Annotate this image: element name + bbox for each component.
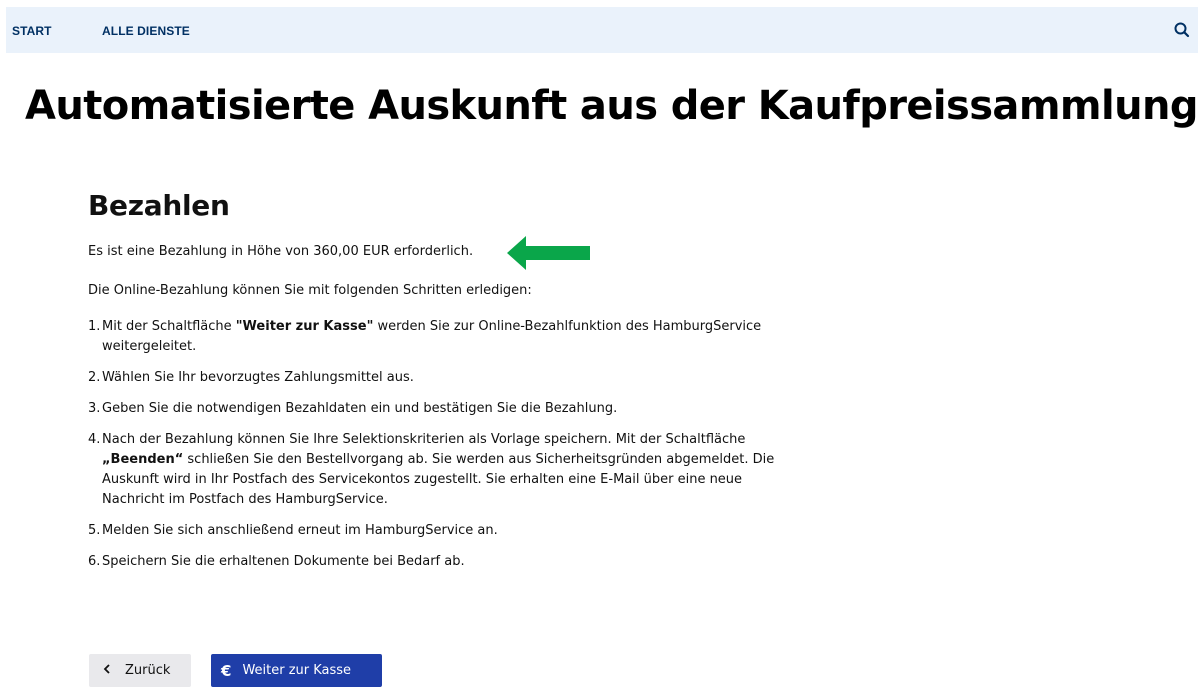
nav-all-services-link[interactable]: ALLE DIENSTE: [102, 24, 190, 38]
step-number: 5.: [88, 523, 101, 538]
step-item: 4. Nach der Bezahlung können Sie Ihre Se…: [88, 430, 808, 510]
checkout-button[interactable]: € Weiter zur Kasse: [211, 654, 382, 687]
back-button[interactable]: Zurück: [89, 654, 191, 687]
top-navigation: START ALLE DIENSTE: [6, 7, 1198, 53]
step-item: 3. Geben Sie die notwendigen Bezahldaten…: [88, 399, 808, 419]
step-number: 1.: [88, 319, 101, 334]
step-number: 6.: [88, 554, 101, 569]
payment-steps-list: 1. Mit der Schaltfläche "Weiter zur Kass…: [88, 317, 808, 583]
arrow-left-icon: [507, 236, 590, 270]
step-item: 1. Mit der Schaltfläche "Weiter zur Kass…: [88, 317, 808, 357]
step-text: Wählen Sie Ihr bevorzugtes Zahlungsmitte…: [102, 370, 414, 385]
euro-icon: €: [221, 661, 232, 680]
step-text: Speichern Sie die erhaltenen Dokumente b…: [102, 554, 465, 569]
step-highlight: „Beenden“: [102, 452, 184, 467]
page-title: Automatisierte Auskunft aus der Kaufprei…: [25, 83, 1198, 129]
step-text: Mit der Schaltfläche: [102, 319, 236, 334]
steps-intro-text: Die Online-Bezahlung können Sie mit folg…: [88, 283, 532, 298]
step-number: 3.: [88, 401, 101, 416]
step-text: schließen Sie den Bestellvorgang ab. Sie…: [102, 452, 775, 507]
step-text: Melden Sie sich anschließend erneut im H…: [102, 523, 498, 538]
step-text: Geben Sie die notwendigen Bezahldaten ei…: [102, 401, 618, 416]
step-number: 2.: [88, 370, 101, 385]
step-highlight: "Weiter zur Kasse": [235, 319, 374, 334]
chevron-left-icon: [103, 663, 111, 678]
section-heading: Bezahlen: [88, 189, 230, 222]
payment-amount-text: Es ist eine Bezahlung in Höhe von 360,00…: [88, 244, 474, 259]
step-text: Nach der Bezahlung können Sie Ihre Selek…: [102, 432, 746, 447]
step-item: 5. Melden Sie sich anschließend erneut i…: [88, 521, 808, 541]
search-icon[interactable]: [1171, 19, 1193, 41]
step-number: 4.: [88, 432, 101, 447]
checkout-button-label: Weiter zur Kasse: [242, 663, 352, 678]
step-item: 6. Speichern Sie die erhaltenen Dokument…: [88, 552, 808, 572]
step-item: 2. Wählen Sie Ihr bevorzugtes Zahlungsmi…: [88, 368, 808, 388]
payment-section: Bezahlen Es ist eine Bezahlung in Höhe v…: [88, 186, 828, 569]
back-button-label: Zurück: [125, 663, 171, 678]
nav-start-link[interactable]: START: [12, 24, 52, 38]
